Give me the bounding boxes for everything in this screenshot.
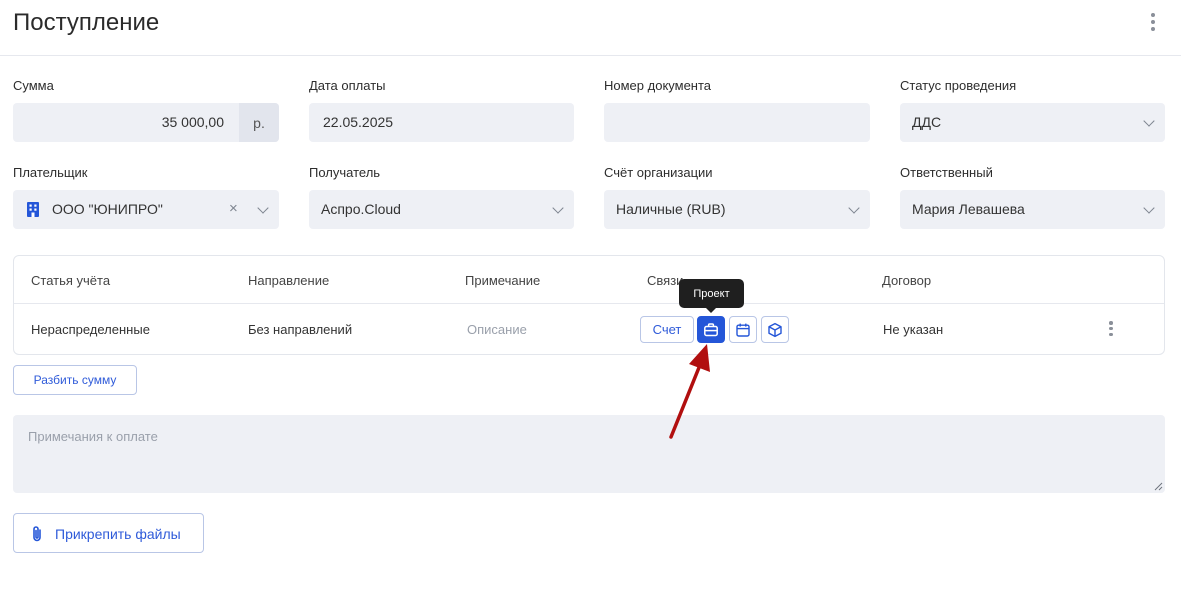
- recipient-select[interactable]: Аспро.Cloud: [309, 190, 574, 229]
- page-header: Поступление: [0, 0, 1181, 56]
- payment-date-input[interactable]: 22.05.2025: [309, 103, 574, 142]
- amount-label: Сумма: [13, 78, 54, 93]
- doc-number-input[interactable]: [604, 103, 870, 142]
- allocation-table: Статья учёта Направление Примечание Связ…: [13, 255, 1165, 355]
- split-amount-button[interactable]: Разбить сумму: [13, 365, 137, 395]
- building-icon: [25, 201, 41, 221]
- column-header-direction: Направление: [248, 273, 330, 288]
- recipient-label: Получатель: [309, 165, 381, 180]
- chevron-down-icon: [1143, 115, 1155, 127]
- responsible-select[interactable]: Мария Левашева: [900, 190, 1165, 229]
- paperclip-icon: [30, 525, 44, 548]
- account-value: Наличные (RUB): [616, 201, 726, 217]
- link-product-button[interactable]: [761, 316, 789, 343]
- account-label: Счёт организации: [604, 165, 713, 180]
- account-select[interactable]: Наличные (RUB): [604, 190, 870, 229]
- responsible-value: Мария Левашева: [912, 201, 1025, 217]
- column-header-contract: Договор: [882, 273, 932, 288]
- article-cell[interactable]: Нераспределенные: [31, 322, 150, 337]
- note-cell[interactable]: Описание: [467, 322, 527, 337]
- link-invoice-button[interactable]: Счет: [640, 316, 694, 343]
- doc-number-label: Номер документа: [604, 78, 712, 93]
- attach-files-button[interactable]: Прикрепить файлы: [13, 513, 204, 553]
- chevron-down-icon: [552, 202, 564, 214]
- resize-grip-icon[interactable]: [1154, 482, 1163, 491]
- amount-input[interactable]: 35 000,00 р.: [13, 103, 279, 142]
- divider: [14, 303, 1164, 304]
- chevron-down-icon: [848, 202, 860, 214]
- payment-notes-textarea[interactable]: [13, 415, 1165, 493]
- chevron-down-icon: [1143, 202, 1155, 214]
- payment-date-value: 22.05.2025: [323, 114, 394, 130]
- amount-value: 35 000,00: [161, 114, 224, 130]
- link-calendar-button[interactable]: [729, 316, 757, 343]
- attach-files-label: Прикрепить файлы: [55, 526, 181, 542]
- briefcase-icon: [703, 322, 719, 338]
- project-tooltip: Проект: [679, 279, 744, 313]
- link-project-button[interactable]: [697, 316, 725, 343]
- payer-value: ООО "ЮНИПРО": [52, 201, 163, 217]
- column-header-note: Примечание: [465, 273, 541, 288]
- more-menu-icon[interactable]: [1145, 13, 1161, 31]
- status-value: ДДС: [912, 114, 942, 130]
- status-select[interactable]: ДДС: [900, 103, 1165, 142]
- payer-select[interactable]: ООО "ЮНИПРО" ×: [13, 190, 279, 229]
- calendar-icon: [735, 322, 751, 338]
- row-menu-icon[interactable]: [1103, 321, 1119, 336]
- column-header-article: Статья учёта: [31, 273, 111, 288]
- recipient-value: Аспро.Cloud: [321, 201, 401, 217]
- currency-addon: р.: [239, 103, 279, 142]
- contract-cell[interactable]: Не указан: [883, 322, 943, 337]
- status-label: Статус проведения: [900, 78, 1017, 93]
- payer-label: Плательщик: [13, 165, 88, 180]
- responsible-label: Ответственный: [900, 165, 993, 180]
- clear-icon[interactable]: ×: [229, 200, 238, 217]
- cube-icon: [767, 322, 783, 338]
- payment-date-label: Дата оплаты: [309, 78, 386, 93]
- column-header-links: Связи: [647, 273, 684, 288]
- chevron-down-icon: [257, 202, 269, 214]
- direction-cell[interactable]: Без направлений: [248, 322, 352, 337]
- page-title: Поступление: [13, 9, 160, 36]
